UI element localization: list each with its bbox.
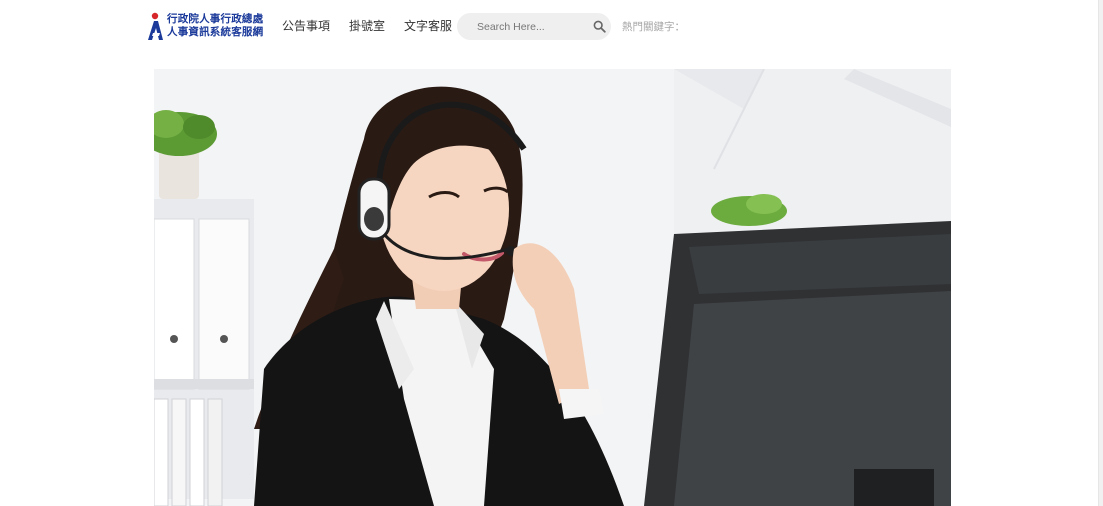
search-input[interactable] <box>477 18 581 35</box>
page-scrollbar[interactable] <box>1098 0 1103 506</box>
hero-photo <box>154 69 951 506</box>
logo-line-1: 行政院人事行政總處 <box>167 13 264 25</box>
nav-item-text-support[interactable]: 文字客服 <box>404 17 452 34</box>
logo-mark-icon <box>148 12 163 40</box>
hot-keywords-label: 熱門關鍵字： <box>622 21 685 33</box>
logo-line-2: 人事資訊系統客服網 <box>167 26 264 38</box>
hero-banner <box>154 69 951 506</box>
site-header: 行政院人事行政總處 人事資訊系統客服網 公告事項 掛號室 文字客服 熱門關鍵字： <box>0 0 1103 54</box>
site-logo[interactable]: 行政院人事行政總處 人事資訊系統客服網 <box>146 9 263 43</box>
page: 行政院人事行政總處 人事資訊系統客服網 公告事項 掛號室 文字客服 熱門關鍵字： <box>0 0 1103 506</box>
main-nav: 公告事項 掛號室 文字客服 <box>282 17 452 34</box>
nav-item-registration[interactable]: 掛號室 <box>349 17 385 34</box>
search-box <box>457 13 611 40</box>
logo-text: 行政院人事行政總處 人事資訊系統客服網 <box>167 13 263 39</box>
search-icon[interactable] <box>593 20 606 33</box>
nav-item-announcements[interactable]: 公告事項 <box>282 17 330 34</box>
